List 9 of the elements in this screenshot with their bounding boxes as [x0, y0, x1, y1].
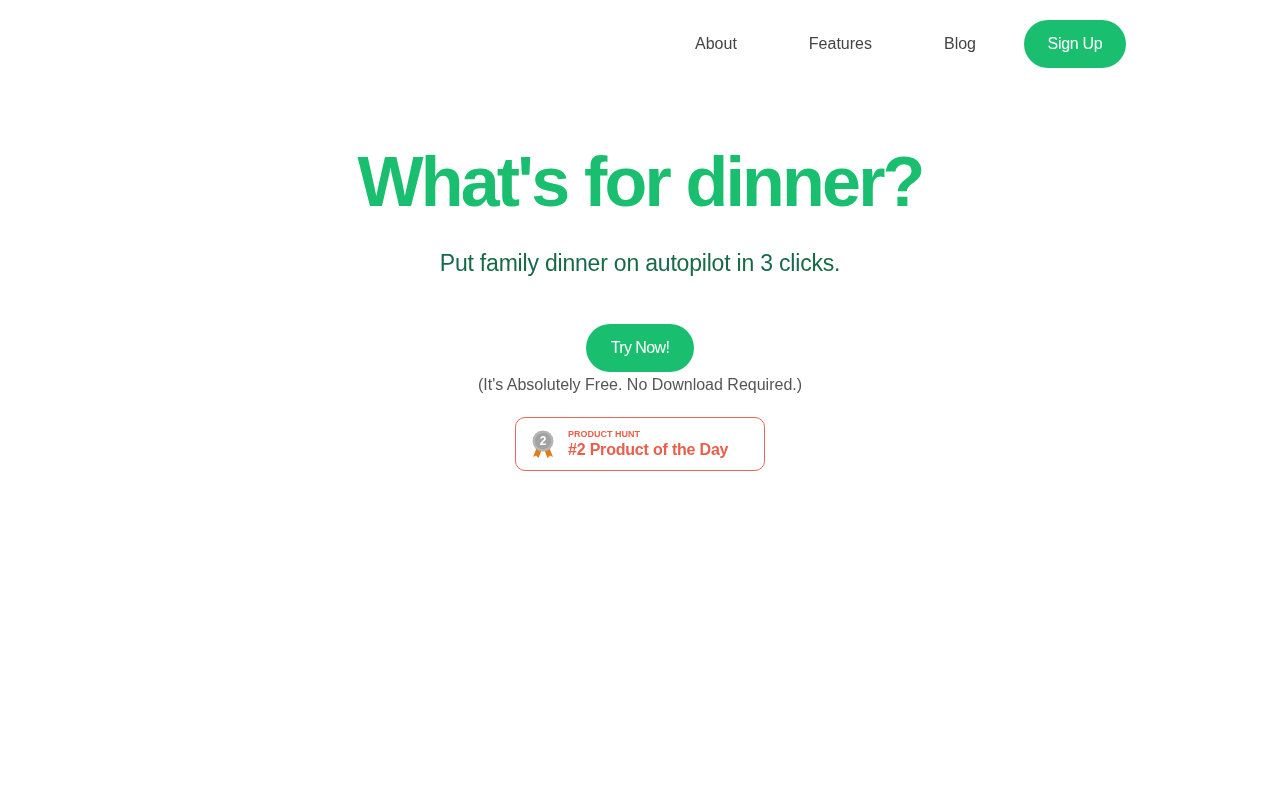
- nav-link[interactable]: Blog: [943, 35, 976, 53]
- free-note: (It's Absolutely Free. No Download Required.): [477, 375, 803, 395]
- badge-kicker: PRODUCT HUNT: [568, 428, 641, 440]
- nav-link[interactable]: Features: [808, 35, 872, 53]
- hero-subtitle: Put family dinner on autopilot in 3 clicks.: [439, 249, 841, 278]
- badge-title: #2 Product of the Day: [568, 439, 729, 460]
- nav-link[interactable]: About: [695, 35, 737, 53]
- product-hunt-badge[interactable]: 2 PRODUCT HUNT #2 Product of the Day: [515, 417, 765, 471]
- hero-heading: What's for dinner?: [357, 142, 923, 223]
